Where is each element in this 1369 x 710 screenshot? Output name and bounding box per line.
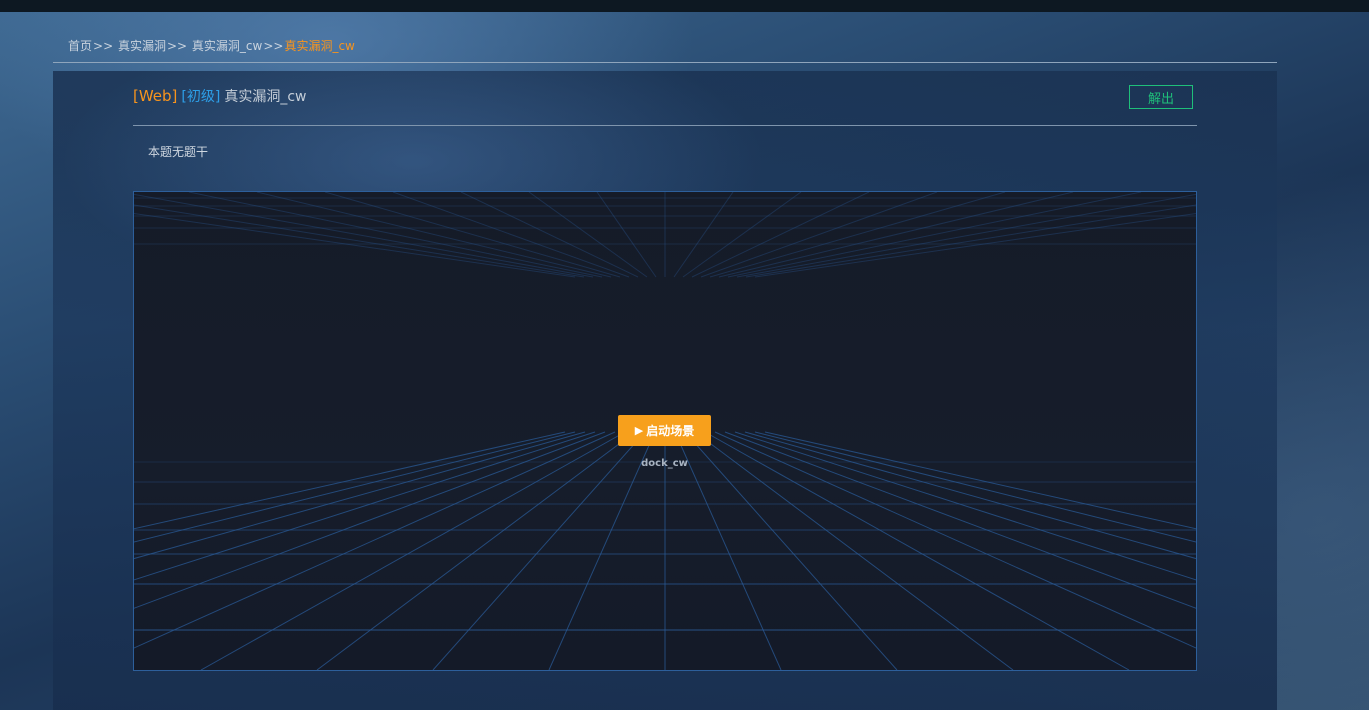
grid-line bbox=[714, 431, 1196, 649]
grid-line bbox=[432, 431, 646, 670]
grid-line bbox=[673, 192, 734, 278]
breadcrumb-separator: >> bbox=[263, 39, 284, 53]
grid-line bbox=[744, 431, 1196, 560]
start-scene-button[interactable]: ▶ 启动场景 bbox=[618, 415, 711, 446]
level-tag: [初级] bbox=[181, 89, 221, 105]
grid-line bbox=[134, 193, 594, 278]
challenge-title: [Web] [初级] 真实漏洞_cw bbox=[133, 86, 307, 106]
solve-button[interactable]: 解出 bbox=[1129, 85, 1193, 109]
grid-line bbox=[134, 431, 586, 560]
breadcrumb-subcategory[interactable]: 真实漏洞_cw bbox=[192, 39, 262, 53]
grid-line bbox=[727, 192, 1142, 278]
grid-line bbox=[694, 431, 1014, 670]
breadcrumb-current: 真实漏洞_cw bbox=[284, 39, 355, 53]
grid-line bbox=[200, 431, 626, 670]
breadcrumb-separator: >> bbox=[93, 39, 114, 53]
grid-line bbox=[256, 192, 612, 278]
grid-line bbox=[682, 192, 802, 278]
title-divider bbox=[133, 125, 1197, 126]
grid-line bbox=[188, 192, 603, 278]
breadcrumb: 首页>> 真实漏洞>> 真实漏洞_cw>>真实漏洞_cw bbox=[68, 37, 355, 54]
grid-line bbox=[718, 192, 1074, 278]
category-tag: [Web] bbox=[133, 87, 178, 105]
breadcrumb-divider bbox=[53, 62, 1277, 63]
grid-line bbox=[736, 193, 1196, 278]
breadcrumb-home[interactable]: 首页 bbox=[68, 39, 92, 53]
challenge-name: 真实漏洞_cw bbox=[224, 89, 307, 105]
grid-line bbox=[596, 192, 657, 278]
breadcrumb-separator: >> bbox=[166, 39, 188, 53]
breadcrumb-category[interactable]: 真实漏洞 bbox=[118, 39, 166, 53]
grid-line bbox=[324, 192, 621, 278]
challenge-description: 本题无题干 bbox=[148, 145, 209, 159]
top-bar bbox=[0, 0, 1369, 12]
grid-line bbox=[700, 192, 938, 278]
grid-line bbox=[134, 431, 616, 649]
grid-line bbox=[684, 431, 898, 670]
start-scene-label: 启动场景 bbox=[646, 424, 695, 438]
grid-line bbox=[704, 431, 1130, 670]
grid-line bbox=[709, 192, 1006, 278]
grid-line bbox=[392, 192, 630, 278]
grid-line bbox=[316, 431, 636, 670]
play-icon: ▶ bbox=[634, 424, 644, 437]
container-name: dock_cw bbox=[641, 458, 688, 469]
grid-line bbox=[528, 192, 648, 278]
